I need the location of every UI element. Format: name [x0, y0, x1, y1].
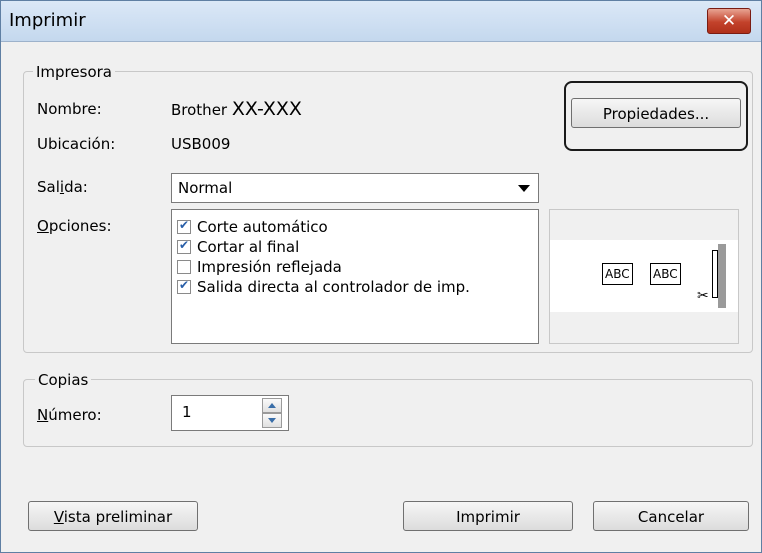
options-label: Opciones:: [37, 217, 112, 235]
close-icon: ✕: [721, 11, 737, 31]
scissors-icon: ✂: [697, 288, 709, 304]
cancel-button[interactable]: Cancelar: [593, 501, 749, 531]
printer-group-legend: Impresora: [33, 63, 115, 81]
printer-name: Brother XX-XXX: [171, 98, 302, 120]
title-bar: Imprimir ✕: [1, 1, 761, 42]
tape-edge: [718, 244, 726, 308]
options-list: Corte automático Cortar al final Impresi…: [171, 209, 539, 344]
copies-number-input[interactable]: 1: [171, 395, 289, 431]
printer-name-brand: Brother: [171, 101, 228, 119]
checkbox-auto-cut[interactable]: [177, 218, 191, 234]
tape-strip: [550, 240, 738, 312]
window-title: Imprimir: [9, 10, 86, 31]
output-label: Salida:: [37, 178, 88, 196]
increment-button[interactable]: [262, 398, 282, 413]
location-value: USB009: [171, 135, 231, 153]
properties-focus-highlight: [564, 81, 748, 151]
print-dialog: Imprimir ✕ Impresora Nombre: Brother XX-…: [0, 0, 762, 553]
output-select-value: Normal: [178, 179, 233, 197]
decrement-button[interactable]: [262, 413, 282, 428]
print-preview-button[interactable]: Vista preliminar: [28, 501, 198, 531]
preview-label-1: ABC: [602, 263, 633, 285]
print-button[interactable]: Imprimir: [403, 501, 573, 531]
checkbox-direct-output[interactable]: [177, 278, 191, 294]
number-label: Número:: [37, 406, 102, 424]
copies-group: [23, 379, 753, 447]
copies-group-legend: Copias: [35, 371, 92, 389]
close-button[interactable]: ✕: [707, 8, 751, 34]
output-select[interactable]: Normal: [171, 173, 539, 203]
copies-number-value: 1: [182, 403, 192, 421]
location-label: Ubicación:: [37, 135, 116, 153]
checkbox-cut-at-end[interactable]: [177, 238, 191, 254]
checkbox-mirror-print[interactable]: [177, 260, 191, 274]
printer-name-model: XX-XXX: [231, 98, 302, 120]
chevron-down-icon: [518, 185, 530, 192]
label-preview: ABC ABC ✂: [549, 209, 739, 344]
name-label: Nombre:: [37, 100, 102, 118]
preview-label-2: ABC: [650, 263, 681, 285]
